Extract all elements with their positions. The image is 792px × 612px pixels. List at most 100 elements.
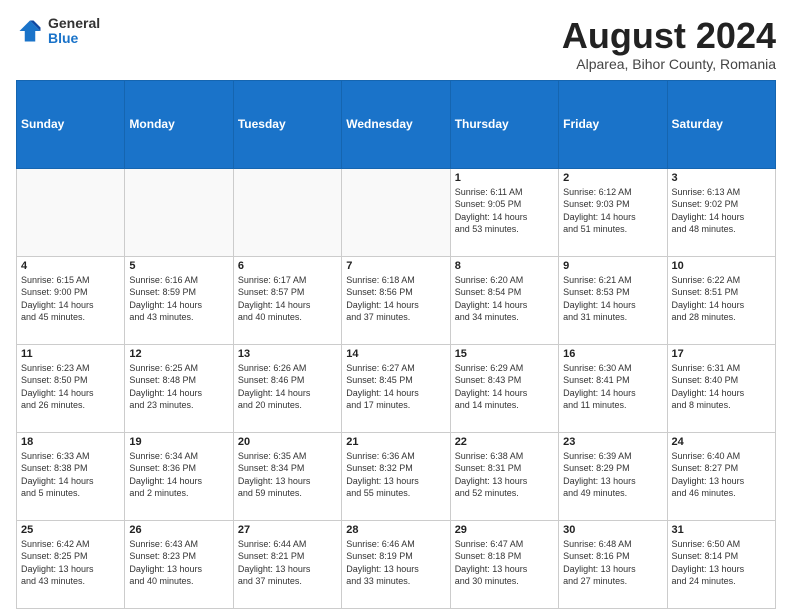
day-number: 26 [129, 524, 228, 536]
cell-content: Sunrise: 6:21 AM Sunset: 8:53 PM Dayligh… [563, 274, 662, 324]
cell-content: Sunrise: 6:50 AM Sunset: 8:14 PM Dayligh… [672, 538, 771, 588]
day-number: 11 [21, 348, 120, 360]
logo-text: General Blue [48, 16, 100, 47]
day-number: 5 [129, 260, 228, 272]
title-block: August 2024 Alparea, Bihor County, Roman… [562, 16, 776, 72]
calendar-cell: 5 Sunrise: 6:16 AM Sunset: 8:59 PM Daylig… [125, 256, 233, 344]
cell-content: Sunrise: 6:15 AM Sunset: 9:00 PM Dayligh… [21, 274, 120, 324]
cell-content: Sunrise: 6:30 AM Sunset: 8:41 PM Dayligh… [563, 362, 662, 412]
day-number: 15 [455, 348, 554, 360]
cell-content: Sunrise: 6:46 AM Sunset: 8:19 PM Dayligh… [346, 538, 445, 588]
cell-content: Sunrise: 6:25 AM Sunset: 8:48 PM Dayligh… [129, 362, 228, 412]
cell-content: Sunrise: 6:13 AM Sunset: 9:02 PM Dayligh… [672, 186, 771, 236]
col-saturday: Saturday [667, 80, 775, 168]
day-number: 22 [455, 436, 554, 448]
cell-content: Sunrise: 6:42 AM Sunset: 8:25 PM Dayligh… [21, 538, 120, 588]
calendar-cell [342, 168, 450, 256]
calendar-cell: 25 Sunrise: 6:42 AM Sunset: 8:25 PM Dayli… [17, 520, 125, 608]
day-number: 20 [238, 436, 337, 448]
page: General Blue August 2024 Alparea, Bihor … [0, 0, 792, 612]
header-row: Sunday Monday Tuesday Wednesday Thursday… [17, 80, 776, 168]
day-number: 18 [21, 436, 120, 448]
day-number: 6 [238, 260, 337, 272]
cell-content: Sunrise: 6:18 AM Sunset: 8:56 PM Dayligh… [346, 274, 445, 324]
cell-content: Sunrise: 6:17 AM Sunset: 8:57 PM Dayligh… [238, 274, 337, 324]
calendar-week-2: 11 Sunrise: 6:23 AM Sunset: 8:50 PM Dayli… [17, 344, 776, 432]
location-subtitle: Alparea, Bihor County, Romania [562, 56, 776, 72]
day-number: 16 [563, 348, 662, 360]
col-monday: Monday [125, 80, 233, 168]
calendar-cell: 19 Sunrise: 6:34 AM Sunset: 8:36 PM Dayli… [125, 432, 233, 520]
day-number: 30 [563, 524, 662, 536]
calendar-cell: 14Sunrise: 6:27 AM Sunset: 8:45 PM Dayli… [342, 344, 450, 432]
calendar-cell: 2Sunrise: 6:12 AM Sunset: 9:03 PM Daylig… [559, 168, 667, 256]
cell-content: Sunrise: 6:23 AM Sunset: 8:50 PM Dayligh… [21, 362, 120, 412]
header: General Blue August 2024 Alparea, Bihor … [16, 16, 776, 72]
day-number: 4 [21, 260, 120, 272]
calendar-cell: 9 Sunrise: 6:21 AM Sunset: 8:53 PM Daylig… [559, 256, 667, 344]
day-number: 29 [455, 524, 554, 536]
calendar-cell: 22 Sunrise: 6:38 AM Sunset: 8:31 PM Dayli… [450, 432, 558, 520]
day-number: 9 [563, 260, 662, 272]
logo: General Blue [16, 16, 100, 47]
calendar-cell: 11 Sunrise: 6:23 AM Sunset: 8:50 PM Dayli… [17, 344, 125, 432]
calendar-cell: 13Sunrise: 6:26 AM Sunset: 8:46 PM Dayli… [233, 344, 341, 432]
day-number: 3 [672, 172, 771, 184]
cell-content: Sunrise: 6:39 AM Sunset: 8:29 PM Dayligh… [563, 450, 662, 500]
day-number: 23 [563, 436, 662, 448]
calendar-cell: 20 Sunrise: 6:35 AM Sunset: 8:34 PM Dayli… [233, 432, 341, 520]
month-title: August 2024 [562, 16, 776, 56]
day-number: 10 [672, 260, 771, 272]
calendar-cell: 8 Sunrise: 6:20 AM Sunset: 8:54 PM Daylig… [450, 256, 558, 344]
cell-content: Sunrise: 6:36 AM Sunset: 8:32 PM Dayligh… [346, 450, 445, 500]
calendar-cell: 4 Sunrise: 6:15 AM Sunset: 9:00 PM Daylig… [17, 256, 125, 344]
cell-content: Sunrise: 6:29 AM Sunset: 8:43 PM Dayligh… [455, 362, 554, 412]
calendar-cell: 17 Sunrise: 6:31 AM Sunset: 8:40 PM Dayli… [667, 344, 775, 432]
calendar-cell: 24 Sunrise: 6:40 AM Sunset: 8:27 PM Dayli… [667, 432, 775, 520]
cell-content: Sunrise: 6:12 AM Sunset: 9:03 PM Dayligh… [563, 186, 662, 236]
calendar-cell [233, 168, 341, 256]
col-sunday: Sunday [17, 80, 125, 168]
col-wednesday: Wednesday [342, 80, 450, 168]
cell-content: Sunrise: 6:31 AM Sunset: 8:40 PM Dayligh… [672, 362, 771, 412]
cell-content: Sunrise: 6:34 AM Sunset: 8:36 PM Dayligh… [129, 450, 228, 500]
cell-content: Sunrise: 6:48 AM Sunset: 8:16 PM Dayligh… [563, 538, 662, 588]
logo-icon [16, 17, 44, 45]
cell-content: Sunrise: 6:44 AM Sunset: 8:21 PM Dayligh… [238, 538, 337, 588]
day-number: 8 [455, 260, 554, 272]
calendar-cell: 18 Sunrise: 6:33 AM Sunset: 8:38 PM Dayli… [17, 432, 125, 520]
cell-content: Sunrise: 6:20 AM Sunset: 8:54 PM Dayligh… [455, 274, 554, 324]
day-number: 31 [672, 524, 771, 536]
calendar-cell: 29 Sunrise: 6:47 AM Sunset: 8:18 PM Dayli… [450, 520, 558, 608]
cell-content: Sunrise: 6:27 AM Sunset: 8:45 PM Dayligh… [346, 362, 445, 412]
day-number: 1 [455, 172, 554, 184]
cell-content: Sunrise: 6:38 AM Sunset: 8:31 PM Dayligh… [455, 450, 554, 500]
cell-content: Sunrise: 6:33 AM Sunset: 8:38 PM Dayligh… [21, 450, 120, 500]
day-number: 25 [21, 524, 120, 536]
calendar-cell: 28Sunrise: 6:46 AM Sunset: 8:19 PM Dayli… [342, 520, 450, 608]
day-number: 7 [346, 260, 445, 272]
cell-content: Sunrise: 6:35 AM Sunset: 8:34 PM Dayligh… [238, 450, 337, 500]
col-thursday: Thursday [450, 80, 558, 168]
calendar-cell: 21Sunrise: 6:36 AM Sunset: 8:32 PM Dayli… [342, 432, 450, 520]
calendar-cell [17, 168, 125, 256]
day-number: 24 [672, 436, 771, 448]
day-number: 19 [129, 436, 228, 448]
calendar-cell: 6 Sunrise: 6:17 AM Sunset: 8:57 PM Daylig… [233, 256, 341, 344]
calendar-cell: 10Sunrise: 6:22 AM Sunset: 8:51 PM Dayli… [667, 256, 775, 344]
calendar-cell: 15 Sunrise: 6:29 AM Sunset: 8:43 PM Dayli… [450, 344, 558, 432]
calendar-cell: 3 Sunrise: 6:13 AM Sunset: 9:02 PM Daylig… [667, 168, 775, 256]
day-number: 17 [672, 348, 771, 360]
day-number: 27 [238, 524, 337, 536]
calendar-cell: 12Sunrise: 6:25 AM Sunset: 8:48 PM Dayli… [125, 344, 233, 432]
day-number: 13 [238, 348, 337, 360]
calendar-cell: 1Sunrise: 6:11 AM Sunset: 9:05 PM Daylig… [450, 168, 558, 256]
calendar-cell: 26Sunrise: 6:43 AM Sunset: 8:23 PM Dayli… [125, 520, 233, 608]
calendar-week-3: 18 Sunrise: 6:33 AM Sunset: 8:38 PM Dayli… [17, 432, 776, 520]
cell-content: Sunrise: 6:40 AM Sunset: 8:27 PM Dayligh… [672, 450, 771, 500]
logo-general-text: General [48, 16, 100, 31]
cell-content: Sunrise: 6:16 AM Sunset: 8:59 PM Dayligh… [129, 274, 228, 324]
cell-content: Sunrise: 6:47 AM Sunset: 8:18 PM Dayligh… [455, 538, 554, 588]
calendar-cell: 23 Sunrise: 6:39 AM Sunset: 8:29 PM Dayli… [559, 432, 667, 520]
calendar-cell: 31 Sunrise: 6:50 AM Sunset: 8:14 PM Dayli… [667, 520, 775, 608]
